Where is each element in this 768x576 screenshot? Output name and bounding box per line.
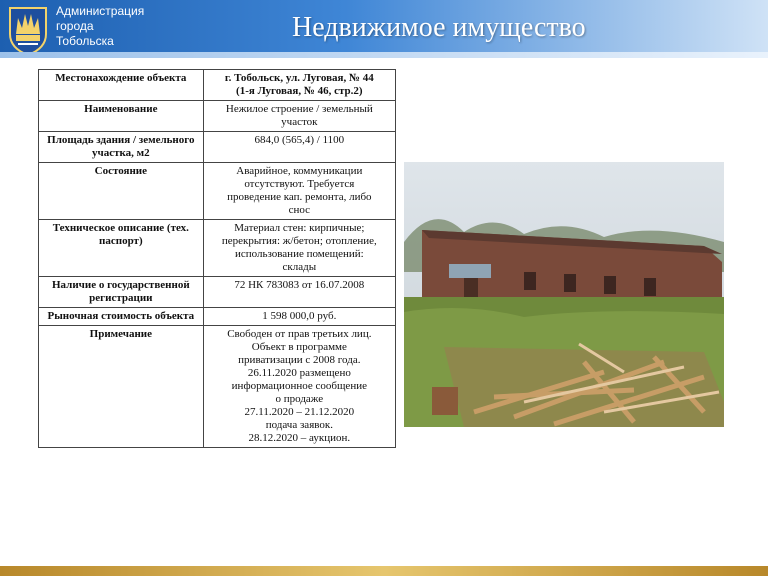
- value-line: Материал стен: кирпичные;: [234, 222, 365, 234]
- value-line: участок: [281, 116, 318, 128]
- row-value: Нежилое строение / земельный участок: [202, 100, 397, 132]
- table-row: Площадь здания / земельного участка, м2 6…: [38, 131, 397, 163]
- value-line: снос: [288, 204, 311, 216]
- value-line: склады: [282, 261, 317, 273]
- row-label: Наличие о государственной регистрации: [38, 276, 204, 308]
- value-line: 684,0 (565,4) / 1100: [254, 134, 345, 146]
- row-label: Примечание: [38, 325, 204, 448]
- table-row: Наименование Нежилое строение / земельный…: [38, 100, 397, 132]
- footer-bar: [0, 566, 768, 576]
- value-line: г. Тобольск, ул. Луговая, № 44: [224, 72, 374, 84]
- value-line: приватизации с 2008 года.: [238, 354, 361, 366]
- table-row: Наличие о государственной регистрации 72 …: [38, 276, 397, 308]
- row-label: Состояние: [38, 162, 204, 220]
- row-value: 1 598 000,0 руб.: [202, 307, 397, 326]
- value-line: перекрытия: ж/бетон; отопление,: [221, 235, 377, 247]
- value-line: 26.11.2020 размещено: [247, 367, 351, 379]
- value-line: 72 НК 783083 от 16.07.2008: [234, 279, 365, 291]
- value-line: (1-я Луговая, № 46, стр.2): [236, 85, 363, 97]
- value-line: Нежилое строение / земельный: [225, 103, 373, 115]
- org-line: Администрация: [56, 4, 145, 18]
- value-line: 27.11.2020 – 21.12.2020: [244, 406, 355, 418]
- row-value: Материал стен: кирпичные; перекрытия: ж/б…: [202, 219, 397, 277]
- value-line: проведение кап. ремонта, либо: [227, 191, 372, 203]
- organization-name: Администрация города Тобольска: [56, 4, 144, 49]
- tobolsk-coat-of-arms-icon: [9, 7, 47, 56]
- value-line: использование помещений:: [234, 248, 364, 260]
- row-label: Рыночная стоимость объекта: [38, 307, 204, 326]
- value-line: о продаже: [275, 393, 324, 405]
- table-row: Рыночная стоимость объекта 1 598 000,0 ру…: [38, 307, 397, 326]
- row-label: Наименование: [38, 100, 204, 132]
- value-line: Объект в программе: [251, 341, 347, 353]
- value-line: информационное сообщение: [231, 380, 367, 392]
- table-row: Техническое описание (тех. паспорт) Матер…: [38, 219, 397, 277]
- property-info-table: Местонахождение объекта г. Тобольск, ул. …: [38, 69, 397, 448]
- property-photo: [404, 162, 724, 427]
- value-line: Аварийное, коммуникации: [236, 165, 363, 177]
- page-title: Недвижимое имущество: [292, 12, 586, 43]
- table-row: Местонахождение объекта г. Тобольск, ул. …: [38, 69, 397, 101]
- org-line: Тобольска: [56, 34, 114, 48]
- row-label: Техническое описание (тех. паспорт): [38, 219, 204, 277]
- table-row: Примечание Свободен от прав третьих лиц. О…: [38, 325, 397, 448]
- value-line: Свободен от прав третьих лиц.: [227, 328, 372, 340]
- row-value: г. Тобольск, ул. Луговая, № 44 (1-я Лугов…: [202, 69, 397, 101]
- table-row: Состояние Аварийное, коммуникации отсутств…: [38, 162, 397, 220]
- row-value: 72 НК 783083 от 16.07.2008: [202, 276, 397, 308]
- row-value: 684,0 (565,4) / 1100: [202, 131, 397, 163]
- row-label: Площадь здания / земельного участка, м2: [38, 131, 204, 163]
- value-line: подача заявок.: [265, 419, 333, 431]
- row-value: Аварийное, коммуникации отсутствуют. Треб…: [202, 162, 397, 220]
- header-banner: Администрация города Тобольска Недвижимо…: [0, 0, 768, 58]
- value-line: 28.12.2020 – аукцион.: [248, 432, 351, 444]
- row-value: Свободен от прав третьих лиц. Объект в пр…: [202, 325, 397, 448]
- row-label: Местонахождение объекта: [38, 69, 204, 101]
- org-line: города: [56, 19, 94, 33]
- value-line: отсутствуют. Требуется: [244, 178, 355, 190]
- value-line: 1 598 000,0 руб.: [262, 310, 337, 322]
